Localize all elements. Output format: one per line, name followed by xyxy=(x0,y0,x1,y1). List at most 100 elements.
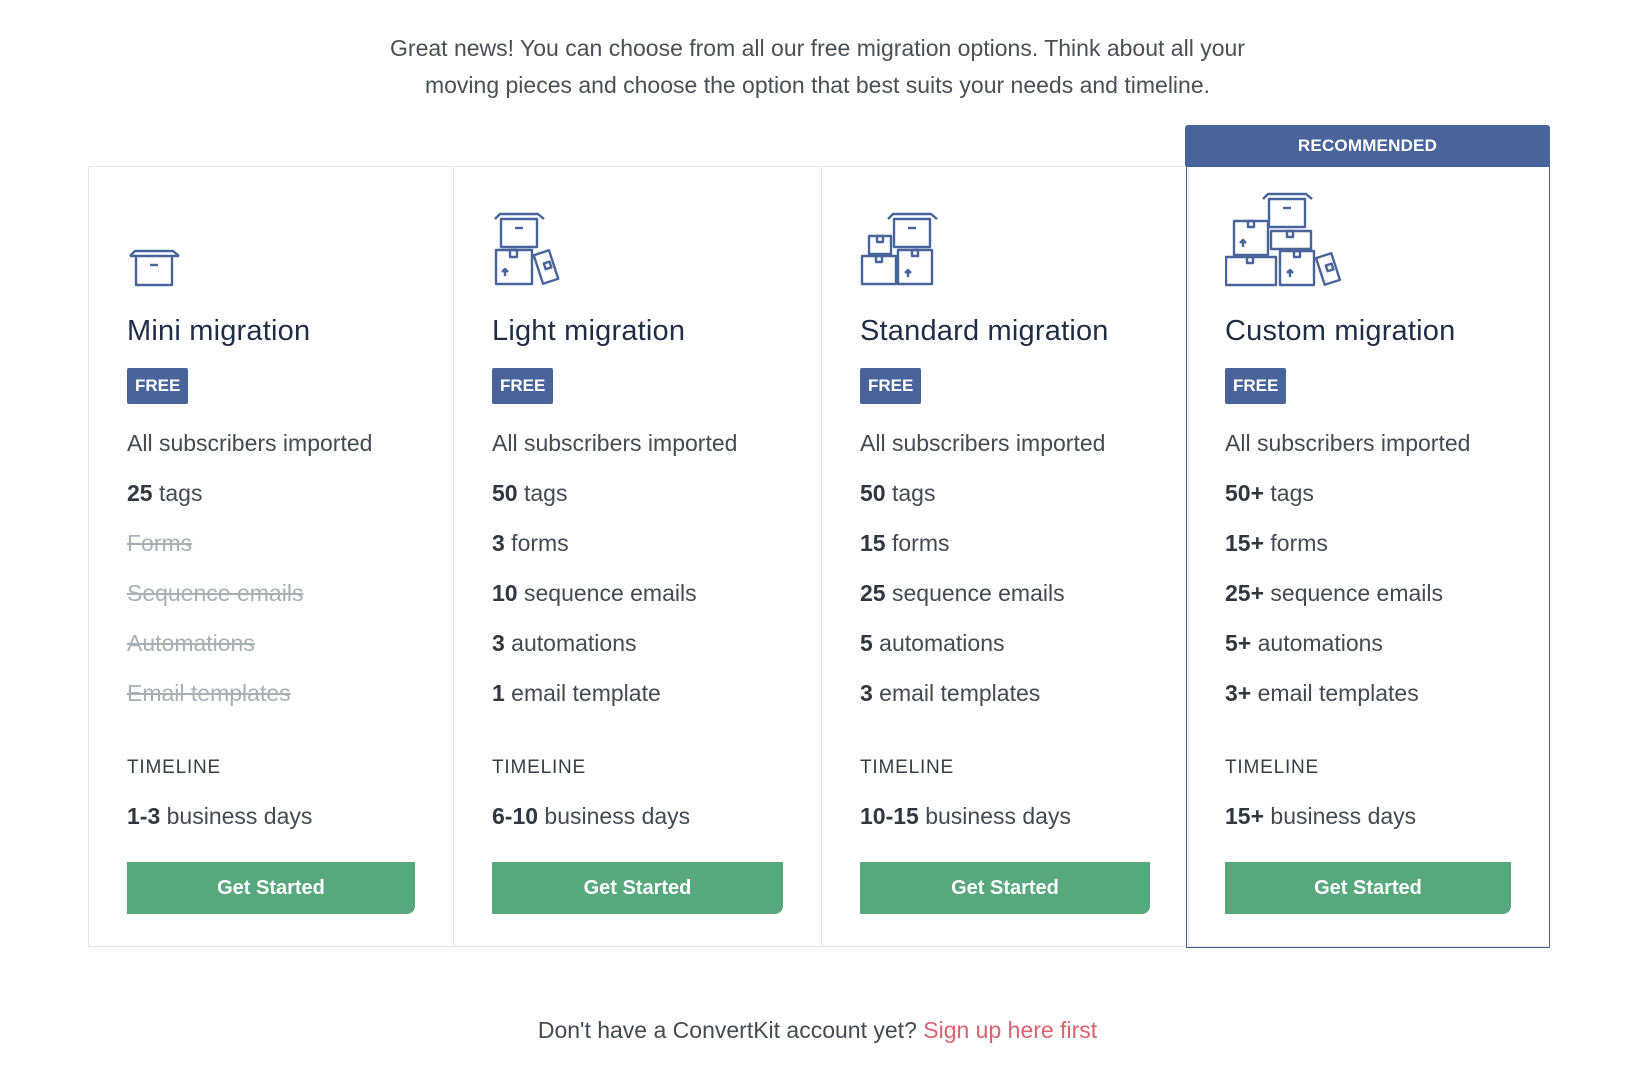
feature-item: 5+ automations xyxy=(1225,629,1470,679)
feature-label: tags xyxy=(885,480,936,506)
feature-count: 3 xyxy=(492,630,505,656)
feature-item: 3 forms xyxy=(492,529,737,579)
feature-label: All subscribers imported xyxy=(1225,430,1471,456)
feature-item: 25+ sequence emails xyxy=(1225,579,1470,629)
free-badge: FREE xyxy=(860,368,922,404)
free-badge: FREE xyxy=(127,368,189,404)
feature-label: sequence emails xyxy=(1264,580,1444,606)
feature-label: All subscribers imported xyxy=(127,430,373,456)
feature-item: 3+ email templates xyxy=(1225,679,1470,729)
timeline-days: 15+ xyxy=(1225,803,1265,829)
feature-item: 1 email template xyxy=(492,679,737,729)
feature-item: 5 automations xyxy=(860,629,1105,679)
feature-label: email templates xyxy=(1251,680,1419,706)
feature-list: All subscribers imported 50+ tags 15+ form… xyxy=(1225,429,1470,729)
feature-label: email templates xyxy=(872,680,1041,706)
recommended-banner: RECOMMENDED xyxy=(1185,125,1550,166)
feature-label: All subscribers imported xyxy=(492,430,738,456)
feature-label: forms xyxy=(504,530,569,556)
feature-count: 25 xyxy=(127,480,153,506)
feature-label: tags xyxy=(1264,480,1314,506)
feature-count: 25 xyxy=(860,580,886,606)
feature-count: 5+ xyxy=(1225,630,1252,656)
feature-item: 10 sequence emails xyxy=(492,579,737,629)
feature-count: 50 xyxy=(860,480,886,506)
plan-card-standard: Standard migration FREE All subscribers … xyxy=(822,167,1189,946)
feature-item: 50+ tags xyxy=(1225,479,1470,529)
timeline-unit: business days xyxy=(1264,803,1417,829)
feature-label: forms xyxy=(1264,530,1328,556)
feature-item: 15 forms xyxy=(860,529,1105,579)
feature-label: sequence emails xyxy=(885,580,1065,606)
feature-label: automations xyxy=(504,630,637,656)
feature-item: 50 tags xyxy=(860,479,1105,529)
feature-label: tags xyxy=(152,480,203,506)
timeline-unit: business days xyxy=(538,803,691,829)
get-started-button[interactable]: Get Started xyxy=(127,862,415,914)
plan-title: Light migration xyxy=(492,315,686,347)
timeline-unit: business days xyxy=(918,803,1071,829)
feature-label: Forms xyxy=(127,530,193,556)
intro-line-2: moving pieces and choose the option that… xyxy=(424,72,1211,98)
footer-text: Don't have a ConvertKit account yet? xyxy=(537,1017,924,1043)
plan-card-custom: Custom migration FREE All subscribers im… xyxy=(1186,166,1550,948)
plan-card-light: Light migration FREE All subscribers imp… xyxy=(454,167,822,946)
get-started-button[interactable]: Get Started xyxy=(860,862,1150,914)
feature-count: 3 xyxy=(492,530,505,556)
feature-list: All subscribers imported 50 tags 3 forms 10… xyxy=(492,429,737,729)
feature-count: 1 xyxy=(492,680,505,706)
feature-item: All subscribers imported xyxy=(492,429,737,479)
plan-title: Mini migration xyxy=(127,315,311,347)
timeline-days: 6-10 xyxy=(492,803,539,829)
get-started-button[interactable]: Get Started xyxy=(1225,862,1511,914)
timeline-value: 10-15 business days xyxy=(860,803,1071,830)
plan-title: Standard migration xyxy=(860,315,1109,347)
feature-item: Automations xyxy=(127,629,372,679)
timeline-unit: business days xyxy=(160,803,313,829)
feature-count: 3 xyxy=(860,680,873,706)
timeline-label: TIMELINE xyxy=(492,757,587,778)
feature-item: All subscribers imported xyxy=(127,429,372,479)
feature-list: All subscribers imported 25 tags Forms Sequ… xyxy=(127,429,372,729)
feature-count: 15 xyxy=(860,530,886,556)
feature-count: 5 xyxy=(860,630,873,656)
feature-count: 50+ xyxy=(1225,480,1265,506)
footer-signup: Don't have a ConvertKit account yet? Sig… xyxy=(0,1017,1635,1044)
get-started-button[interactable]: Get Started xyxy=(492,862,783,914)
feature-count: 25+ xyxy=(1225,580,1265,606)
signup-link[interactable]: Sign up here first xyxy=(923,1017,1097,1043)
single-box-icon xyxy=(127,248,183,288)
intro-text: Great news! You can choose from all our … xyxy=(0,30,1635,104)
feature-label: automations xyxy=(1251,630,1383,656)
feature-item: 15+ forms xyxy=(1225,529,1470,579)
free-badge: FREE xyxy=(1225,368,1287,404)
feature-item: All subscribers imported xyxy=(1225,429,1470,479)
feature-item: 3 automations xyxy=(492,629,737,679)
feature-label: Email templates xyxy=(127,680,291,706)
feature-label: All subscribers imported xyxy=(860,430,1106,456)
feature-count: 50 xyxy=(492,480,518,506)
feature-item: Email templates xyxy=(127,679,372,729)
feature-list: All subscribers imported 50 tags 15 forms 2… xyxy=(860,429,1105,729)
timeline-value: 15+ business days xyxy=(1225,803,1416,830)
stacked-boxes-small-icon xyxy=(492,210,566,288)
feature-label: sequence emails xyxy=(517,580,697,606)
feature-item: 25 tags xyxy=(127,479,372,529)
feature-count: 10 xyxy=(492,580,518,606)
free-badge: FREE xyxy=(492,368,554,404)
feature-item: 50 tags xyxy=(492,479,737,529)
timeline-days: 1-3 xyxy=(127,803,161,829)
stacked-boxes-medium-icon xyxy=(860,210,944,288)
stacked-boxes-large-icon xyxy=(1225,191,1345,289)
timeline-label: TIMELINE xyxy=(127,757,222,778)
feature-item: Forms xyxy=(127,529,372,579)
feature-item: 3 email templates xyxy=(860,679,1105,729)
plan-title: Custom migration xyxy=(1225,315,1456,347)
feature-label: automations xyxy=(872,630,1005,656)
intro-line-1: Great news! You can choose from all our … xyxy=(390,35,1245,61)
timeline-label: TIMELINE xyxy=(860,757,955,778)
feature-item: All subscribers imported xyxy=(860,429,1105,479)
feature-item: 25 sequence emails xyxy=(860,579,1105,629)
feature-item: Sequence emails xyxy=(127,579,372,629)
feature-label: tags xyxy=(517,480,568,506)
